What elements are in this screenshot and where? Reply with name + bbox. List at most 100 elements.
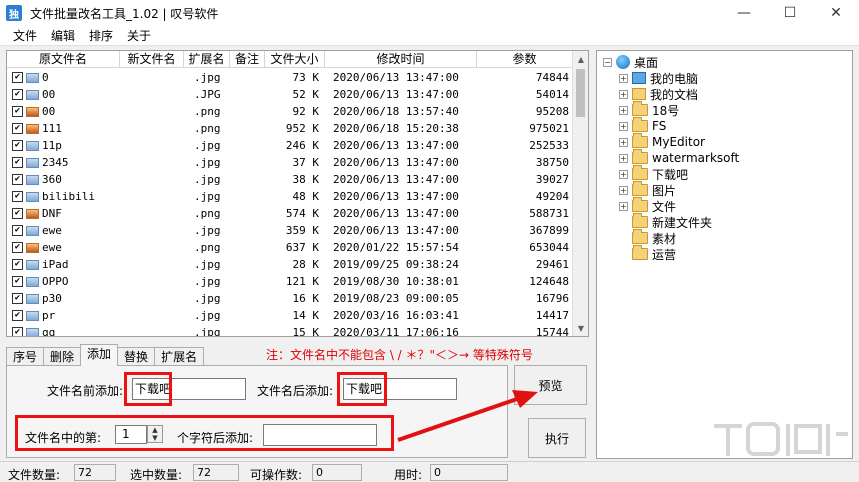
tree-item[interactable]: + FS	[619, 117, 666, 134]
cell-new-name	[120, 86, 184, 103]
tree-item[interactable]: + 下载吧	[619, 165, 688, 182]
expand-icon[interactable]: +	[619, 73, 628, 83]
tree-item[interactable]: +18号	[619, 101, 680, 118]
row-checkbox[interactable]: ✔	[12, 242, 23, 253]
col-param[interactable]: 参数	[477, 51, 573, 68]
row-checkbox[interactable]: ✔	[12, 276, 23, 287]
row-checkbox[interactable]: ✔	[12, 327, 23, 336]
table-row[interactable]: ✔ p30 .jpg 16 K 2019/08/23 09:00:05 16796	[7, 290, 573, 307]
tree-item[interactable]: 新建文件夹	[619, 213, 712, 230]
col-size[interactable]: 文件大小	[265, 51, 325, 68]
tree-item[interactable]: 运营	[619, 245, 676, 262]
menu-edit[interactable]: 编辑	[44, 27, 82, 44]
col-original-name[interactable]: 原文件名	[7, 51, 120, 68]
tab-add[interactable]: 添加	[80, 344, 119, 366]
row-checkbox[interactable]: ✔	[12, 72, 23, 83]
tree-item[interactable]: + 我的文档	[619, 86, 698, 102]
table-row[interactable]: ✔ ewe .png 637 K 2020/01/22 15:57:54 653044	[7, 239, 573, 256]
expand-icon[interactable]: +	[619, 121, 628, 131]
menu-file[interactable]: 文件	[6, 27, 44, 44]
tree-label: 18号	[652, 103, 680, 118]
table-row[interactable]: ✔ qq .jpg 15 K 2020/03/11 17:06:16 15744	[7, 324, 573, 336]
table-row[interactable]: ✔ 111 .png 952 K 2020/06/18 15:20:38 975021	[7, 120, 573, 137]
tree-item[interactable]: + 图片	[619, 181, 676, 198]
row-checkbox[interactable]: ✔	[12, 310, 23, 321]
table-row[interactable]: ✔ iPad .jpg 28 K 2019/09/25 09:38:24 29461	[7, 256, 573, 273]
tree-item[interactable]: + watermarksoft	[619, 149, 739, 166]
row-checkbox[interactable]: ✔	[12, 225, 23, 236]
desktop-icon	[616, 55, 630, 69]
table-row[interactable]: ✔ 00 .png 92 K 2020/06/18 13:57:40 95208	[7, 103, 573, 120]
expand-icon[interactable]: +	[619, 105, 628, 115]
menu-sort[interactable]: 排序	[82, 27, 120, 44]
collapse-icon[interactable]: −	[603, 57, 612, 67]
execute-button[interactable]: 执行	[528, 418, 586, 458]
expand-icon[interactable]: +	[619, 169, 628, 179]
file-list[interactable]: 原文件名 新文件名 扩展名 备注 文件大小 修改时间 参数 ✔ 0 .jpg 73 K…	[6, 50, 589, 337]
tree-item[interactable]: 素材	[619, 229, 676, 246]
folder-icon	[632, 149, 648, 164]
cell-new-name	[120, 324, 184, 336]
table-row[interactable]: ✔ 00 .JPG 52 K 2020/06/13 13:47:00 54014	[7, 86, 573, 103]
cell-note	[230, 324, 265, 336]
table-row[interactable]: ✔ 2345 .jpg 37 K 2020/06/13 13:47:00 38750	[7, 154, 573, 171]
expand-icon[interactable]: +	[619, 137, 628, 147]
scroll-down-icon[interactable]: ▼	[573, 320, 588, 336]
list-scrollbar[interactable]: ▲ ▼	[572, 51, 588, 336]
table-row[interactable]: ✔ bilibili .jpg 48 K 2020/06/13 13:47:00 4920…	[7, 188, 573, 205]
col-extension[interactable]: 扩展名	[184, 51, 230, 68]
cell-modified-time: 2020/06/18 15:20:38	[333, 122, 459, 135]
expand-icon[interactable]: +	[619, 89, 628, 99]
file-name: pr	[42, 309, 56, 322]
close-button[interactable]: ✕	[813, 0, 859, 26]
row-checkbox[interactable]: ✔	[12, 140, 23, 151]
row-checkbox[interactable]: ✔	[12, 191, 23, 202]
table-row[interactable]: ✔ pr .jpg 14 K 2020/03/16 16:03:41 14417	[7, 307, 573, 324]
file-name: ewe	[42, 241, 62, 254]
col-modified-time[interactable]: 修改时间	[325, 51, 477, 68]
row-checkbox[interactable]: ✔	[12, 293, 23, 304]
table-row[interactable]: ✔ OPPO .jpg 121 K 2019/08/30 10:38:01 124648	[7, 273, 573, 290]
tab-extension[interactable]: 扩展名	[154, 347, 205, 366]
table-row[interactable]: ✔ 360 .jpg 38 K 2020/06/13 13:47:00 39027	[7, 171, 573, 188]
cell-extension: .jpg	[194, 139, 221, 152]
expand-icon[interactable]: +	[619, 153, 628, 163]
table-row[interactable]: ✔ 0 .jpg 73 K 2020/06/13 13:47:00 74844	[7, 69, 573, 86]
row-checkbox[interactable]: ✔	[12, 174, 23, 185]
expand-icon[interactable]: +	[619, 185, 628, 195]
cell-param: 29461	[535, 258, 569, 271]
tree-item[interactable]: + MyEditor	[619, 133, 705, 150]
tree-item[interactable]: + 我的电脑	[619, 70, 698, 86]
minimize-button[interactable]: —	[721, 0, 767, 26]
folder-icon	[632, 229, 648, 244]
col-new-name[interactable]: 新文件名	[120, 51, 184, 68]
tab-sequence[interactable]: 序号	[6, 347, 45, 366]
cell-original-name: ✔ 11p	[7, 137, 120, 154]
tab-replace[interactable]: 替换	[117, 347, 156, 366]
cell-param: 74844	[535, 71, 569, 84]
elapsed-time-label: 用时:	[394, 468, 423, 482]
scroll-thumb[interactable]	[576, 69, 585, 117]
table-row[interactable]: ✔ ewe .jpg 359 K 2020/06/13 13:47:00 367899	[7, 222, 573, 239]
table-row[interactable]: ✔ DNF .png 574 K 2020/06/13 13:47:00 588731	[7, 205, 573, 222]
row-checkbox[interactable]: ✔	[12, 106, 23, 117]
highlight-box-suffix	[337, 372, 387, 406]
cell-note	[230, 290, 265, 307]
preview-button[interactable]: 预览	[514, 365, 587, 405]
folder-tree[interactable]: − 桌面 + 我的电脑 + 我的文档 +18号 + FS + MyEditor + watermar…	[596, 50, 853, 459]
tree-root-desktop[interactable]: − 桌面	[603, 54, 658, 70]
scroll-up-icon[interactable]: ▲	[573, 51, 588, 67]
table-row[interactable]: ✔ 11p .jpg 246 K 2020/06/13 13:47:00 252533	[7, 137, 573, 154]
menu-about[interactable]: 关于	[120, 27, 158, 44]
row-checkbox[interactable]: ✔	[12, 157, 23, 168]
expand-icon[interactable]: +	[619, 201, 628, 211]
row-checkbox[interactable]: ✔	[12, 208, 23, 219]
tree-item[interactable]: + 文件	[619, 197, 676, 214]
row-checkbox[interactable]: ✔	[12, 89, 23, 100]
maximize-button[interactable]: ☐	[767, 0, 813, 26]
row-checkbox[interactable]: ✔	[12, 123, 23, 134]
cell-extension: .jpg	[194, 292, 221, 305]
tab-delete[interactable]: 删除	[43, 347, 82, 366]
row-checkbox[interactable]: ✔	[12, 259, 23, 270]
col-note[interactable]: 备注	[230, 51, 265, 68]
